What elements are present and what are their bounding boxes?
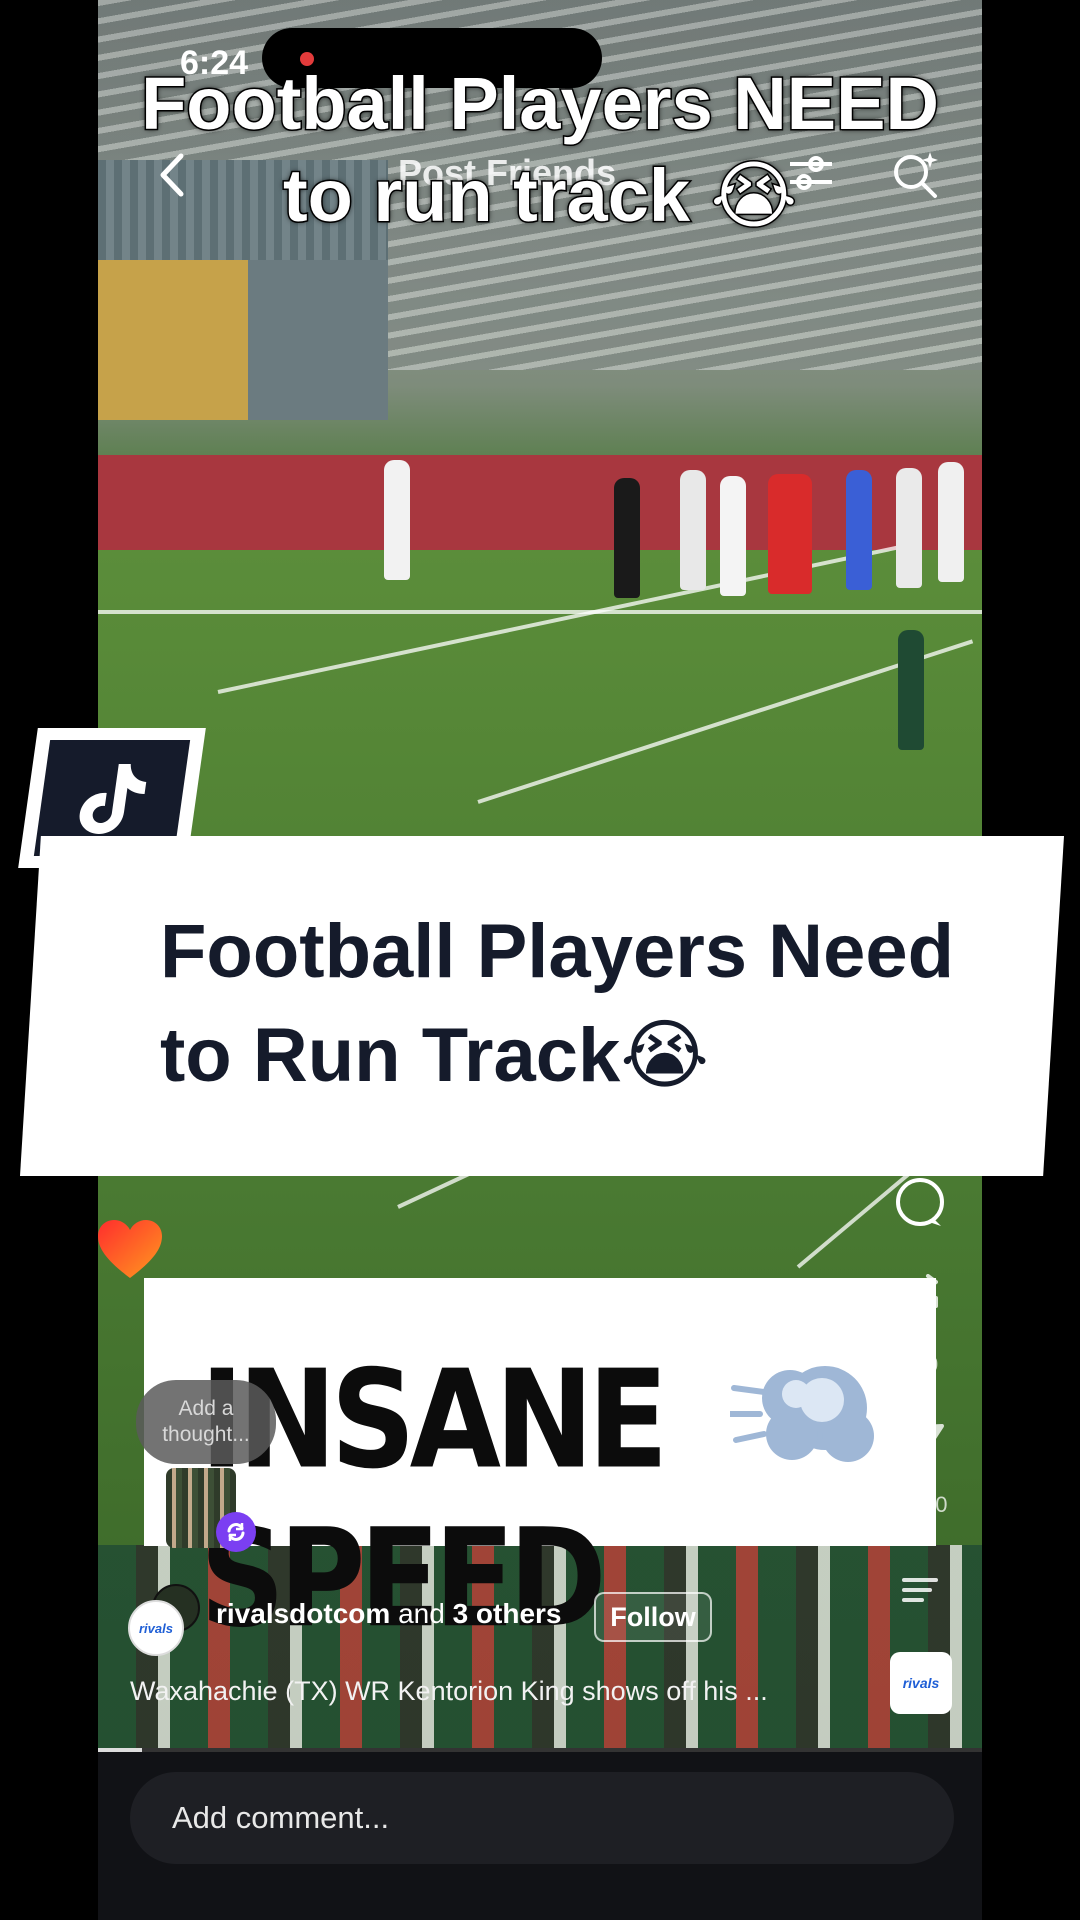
repost-count: 749 (901, 1352, 939, 1377)
brand-logo[interactable]: rivals (890, 1652, 952, 1714)
player (898, 630, 924, 750)
player (846, 470, 872, 590)
send-icon (896, 1424, 944, 1468)
player (614, 478, 640, 598)
player (938, 462, 964, 582)
heart-icon (98, 1220, 162, 1280)
comment-button[interactable] (890, 1176, 950, 1235)
author-name[interactable]: rivalsdotcom (216, 1598, 390, 1629)
promo-card-text: Football Players Need to Run Track😭 (160, 909, 955, 1098)
player (768, 474, 812, 594)
tiktok-logo-icon (79, 764, 147, 834)
author-line[interactable]: rivalsdotcom and 3 others (216, 1598, 562, 1630)
player (384, 460, 410, 580)
add-thought-bubble[interactable]: Add a thought... (136, 1380, 276, 1464)
repost-badge (216, 1512, 256, 1552)
share-button[interactable] (890, 1420, 950, 1477)
dashing-away-icon (727, 1348, 880, 1478)
follow-button[interactable]: Follow (594, 1592, 712, 1642)
post-caption[interactable]: Waxahachie (TX) WR Kentorion King shows … (130, 1676, 830, 1707)
repost-button[interactable] (890, 1268, 950, 1325)
player (680, 470, 706, 590)
player (896, 468, 922, 588)
menu-icon[interactable] (900, 1572, 940, 1608)
comment-icon (896, 1178, 944, 1226)
author-connector: and (398, 1598, 445, 1629)
video-overlay-title: Football Players NEED to run track 😭 (140, 61, 941, 239)
player (720, 476, 746, 596)
coauthors-link[interactable]: 3 others (453, 1598, 562, 1629)
comment-input[interactable]: Add comment... (130, 1772, 954, 1864)
avatar[interactable]: rivals (128, 1600, 184, 1656)
repost-icon (902, 1274, 938, 1314)
repost-icon (227, 1523, 245, 1541)
share-count: 9,980 (892, 1492, 948, 1517)
